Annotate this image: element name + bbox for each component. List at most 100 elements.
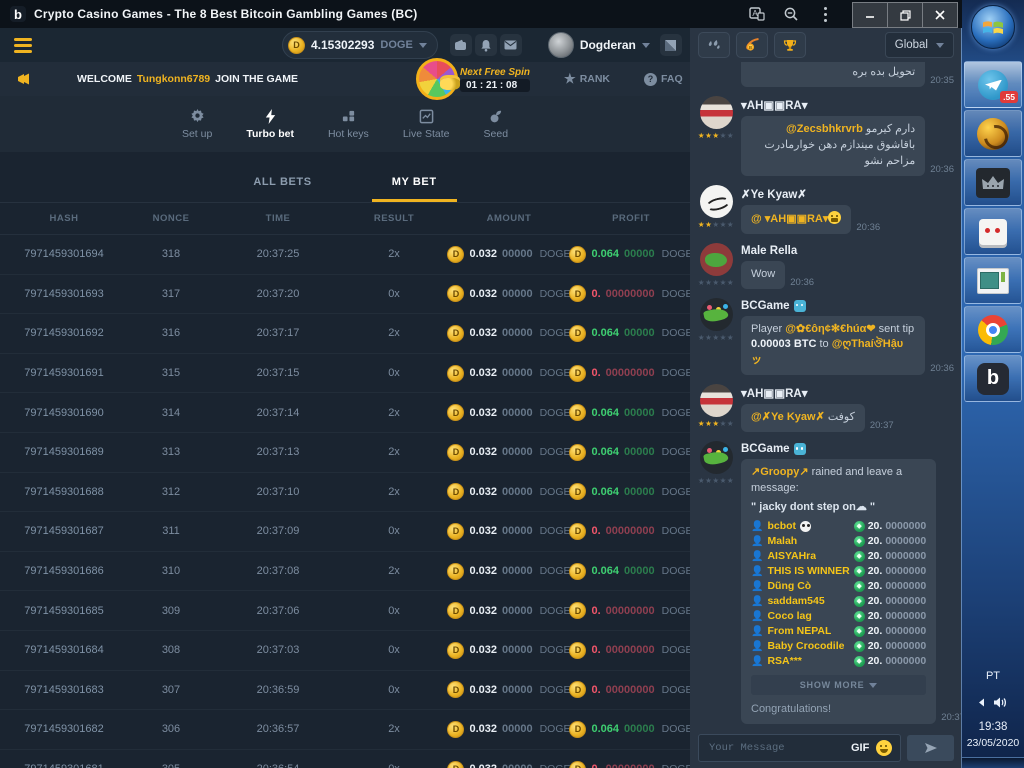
emoji-button[interactable] xyxy=(876,740,892,756)
tab-all-bets[interactable]: ALL BETS xyxy=(245,176,319,202)
zoom-out-icon[interactable] xyxy=(774,0,808,28)
chat-message: ★★★★★✗Ye Kyaw✗@ ▾AH▣▣RA▾20:36 xyxy=(698,185,954,234)
table-row[interactable]: 797145930168130520:36:540xD0.03200000DOG… xyxy=(0,750,690,768)
faq-link[interactable]: ? FAQ xyxy=(644,73,683,86)
chat-mention[interactable]: @✿€ôη¢✻€húα❤ xyxy=(785,323,875,335)
welcome-username[interactable]: Tungkonn6789 xyxy=(137,73,210,85)
table-row[interactable]: 797145930169331720:37:200xD0.03200000DOG… xyxy=(0,275,690,315)
cell-amount: D0.03200000DOGE xyxy=(446,523,572,540)
rain-recipient[interactable]: From NEPAL xyxy=(767,624,831,639)
table-row[interactable]: 797145930168530920:37:060xD0.03200000DOG… xyxy=(0,591,690,631)
send-button[interactable] xyxy=(907,735,954,761)
chat-username[interactable]: ✗Ye Kyaw✗ xyxy=(741,187,954,201)
rain-recipient[interactable]: Baby Crocodile xyxy=(767,639,844,654)
chat-text: Player xyxy=(751,323,785,335)
chat-mention[interactable]: @ ▾AH▣▣RA▾ xyxy=(751,213,828,225)
taskbar-robot-cube-button[interactable] xyxy=(964,208,1022,255)
rain-recipient[interactable]: Malah xyxy=(767,534,797,549)
tray-expand-icon[interactable] xyxy=(978,698,985,707)
table-row[interactable]: 797145930168831220:37:102xD0.03200000DOG… xyxy=(0,473,690,513)
chat-toggle-button[interactable] xyxy=(660,34,682,56)
chat-channel-dropdown[interactable]: Global xyxy=(885,32,954,58)
notifications-bell-button[interactable] xyxy=(475,34,497,56)
tab-my-bet[interactable]: MY BET xyxy=(384,176,445,202)
restore-button[interactable] xyxy=(887,2,922,28)
trophy-icon[interactable] xyxy=(774,32,806,58)
rain-amount: ◆20.0000000 xyxy=(854,549,927,564)
tab-turbo-bet[interactable]: Turbo bet xyxy=(246,109,294,140)
doge-coin-icon: D xyxy=(288,37,305,54)
user-menu[interactable]: Dogderan xyxy=(548,32,650,58)
chat-username[interactable]: ▾AH▣▣RA▾ xyxy=(741,98,954,112)
avatar[interactable] xyxy=(700,243,733,276)
table-row[interactable]: 797145930168330720:36:590xD0.03200000DOG… xyxy=(0,671,690,711)
taskbar-clock[interactable]: 19:38 xyxy=(979,721,1008,733)
wallet-button[interactable] xyxy=(450,34,472,56)
rain-amount-value: 20. xyxy=(868,639,883,654)
chat-mention[interactable]: @Zecsbhkrvrb xyxy=(786,123,863,135)
rain-recipient[interactable]: RSA*** xyxy=(767,654,801,669)
minimize-button[interactable] xyxy=(852,2,887,28)
join-the-game-label: JOIN THE GAME xyxy=(215,73,298,85)
table-row[interactable]: 797145930169131520:37:150xD0.03200000DOG… xyxy=(0,354,690,394)
rain-recipient[interactable]: bcbot xyxy=(767,519,796,534)
chat-username[interactable]: ▾AH▣▣RA▾ xyxy=(741,386,954,400)
windows-logo-icon xyxy=(982,19,1004,36)
rain-recipient[interactable]: Dũng Cò xyxy=(767,579,811,594)
rank-link[interactable]: ★ RANK xyxy=(564,71,610,87)
tab-live-state[interactable]: Live State xyxy=(403,109,450,140)
table-row[interactable]: 797145930169431820:37:252xD0.03200000DOG… xyxy=(0,235,690,275)
table-row[interactable]: 797145930168931320:37:132xD0.03200000DOG… xyxy=(0,433,690,473)
show-more-button[interactable]: SHOW MORE xyxy=(751,675,926,695)
tab-hot-keys[interactable]: Hot keys xyxy=(328,109,369,140)
table-row[interactable]: 797145930168731120:37:090xD0.03200000DOG… xyxy=(0,512,690,552)
table-row[interactable]: 797145930168230620:36:572xD0.03200000DOG… xyxy=(0,710,690,750)
table-row[interactable]: 797145930168430820:37:030xD0.03200000DOG… xyxy=(0,631,690,671)
chat-mention[interactable]: @✗Ye Kyaw✗ xyxy=(751,411,825,423)
rain-recipient[interactable]: THIS IS WINNER xyxy=(767,564,849,579)
taskbar-monitor-app-button[interactable] xyxy=(964,257,1022,304)
rain-recipient[interactable]: Coco lag xyxy=(767,609,811,624)
avatar[interactable] xyxy=(700,96,733,129)
avatar[interactable] xyxy=(700,441,733,474)
show-desktop-button[interactable] xyxy=(962,757,1024,768)
start-button[interactable] xyxy=(971,5,1015,49)
table-row[interactable]: 797145930169231620:37:172xD0.03200000DOG… xyxy=(0,314,690,354)
mail-button[interactable] xyxy=(500,34,522,56)
menu-kebab-icon[interactable] xyxy=(808,0,842,28)
avatar[interactable] xyxy=(700,185,733,218)
chat-username[interactable]: BCGame xyxy=(741,300,954,312)
table-row[interactable]: 797145930169031420:37:142xD0.03200000DOG… xyxy=(0,393,690,433)
taskbar-chrome-button[interactable] xyxy=(964,306,1022,353)
gif-button[interactable]: GIF xyxy=(851,742,869,754)
taskbar-bcgame-button[interactable]: b xyxy=(964,355,1022,402)
message-column: ▾AH▣▣RA▾@✗Ye Kyaw✗ کوفت20:37 xyxy=(741,384,954,432)
volume-icon[interactable] xyxy=(993,696,1008,709)
taskbar-crown-app-button[interactable] xyxy=(964,159,1022,206)
tab-seed[interactable]: Seed xyxy=(484,109,509,140)
rain-icon[interactable] xyxy=(698,32,730,58)
taskbar-date[interactable]: 23/05/2020 xyxy=(967,737,1020,749)
chat-username[interactable]: BCGame xyxy=(741,443,954,455)
star-icon: ★ xyxy=(712,220,719,229)
cell-hash: 7971459301684 xyxy=(0,644,128,656)
language-indicator[interactable]: PT xyxy=(986,670,1000,682)
avatar[interactable] xyxy=(700,384,733,417)
profit-currency: DOGE xyxy=(662,684,690,696)
tab-set-up[interactable]: Set up xyxy=(182,109,212,140)
chat-mention[interactable]: ↗Groopy↗ xyxy=(751,466,809,478)
chat-username[interactable]: Male Rella xyxy=(741,245,954,257)
free-spin-widget[interactable]: Next Free Spin 01 : 21 : 08 xyxy=(416,58,530,100)
translate-icon[interactable]: A xyxy=(740,0,774,28)
rain-recipient[interactable]: saddam545 xyxy=(767,594,824,609)
close-button[interactable] xyxy=(922,2,958,28)
table-row[interactable]: 797145930168631020:37:082xD0.03200000DOG… xyxy=(0,552,690,592)
taskbar-telegram-button[interactable]: .55 xyxy=(964,61,1022,108)
taskbar-gold-game-button[interactable] xyxy=(964,110,1022,157)
hamburger-menu-icon[interactable] xyxy=(14,38,32,53)
avatar[interactable] xyxy=(700,298,733,331)
balance-dropdown[interactable]: D 4.15302293 DOGE xyxy=(282,31,438,59)
fireball-icon[interactable]: B xyxy=(736,32,768,58)
rain-recipient[interactable]: AISYAHra xyxy=(767,549,816,564)
message-input[interactable] xyxy=(707,741,844,755)
